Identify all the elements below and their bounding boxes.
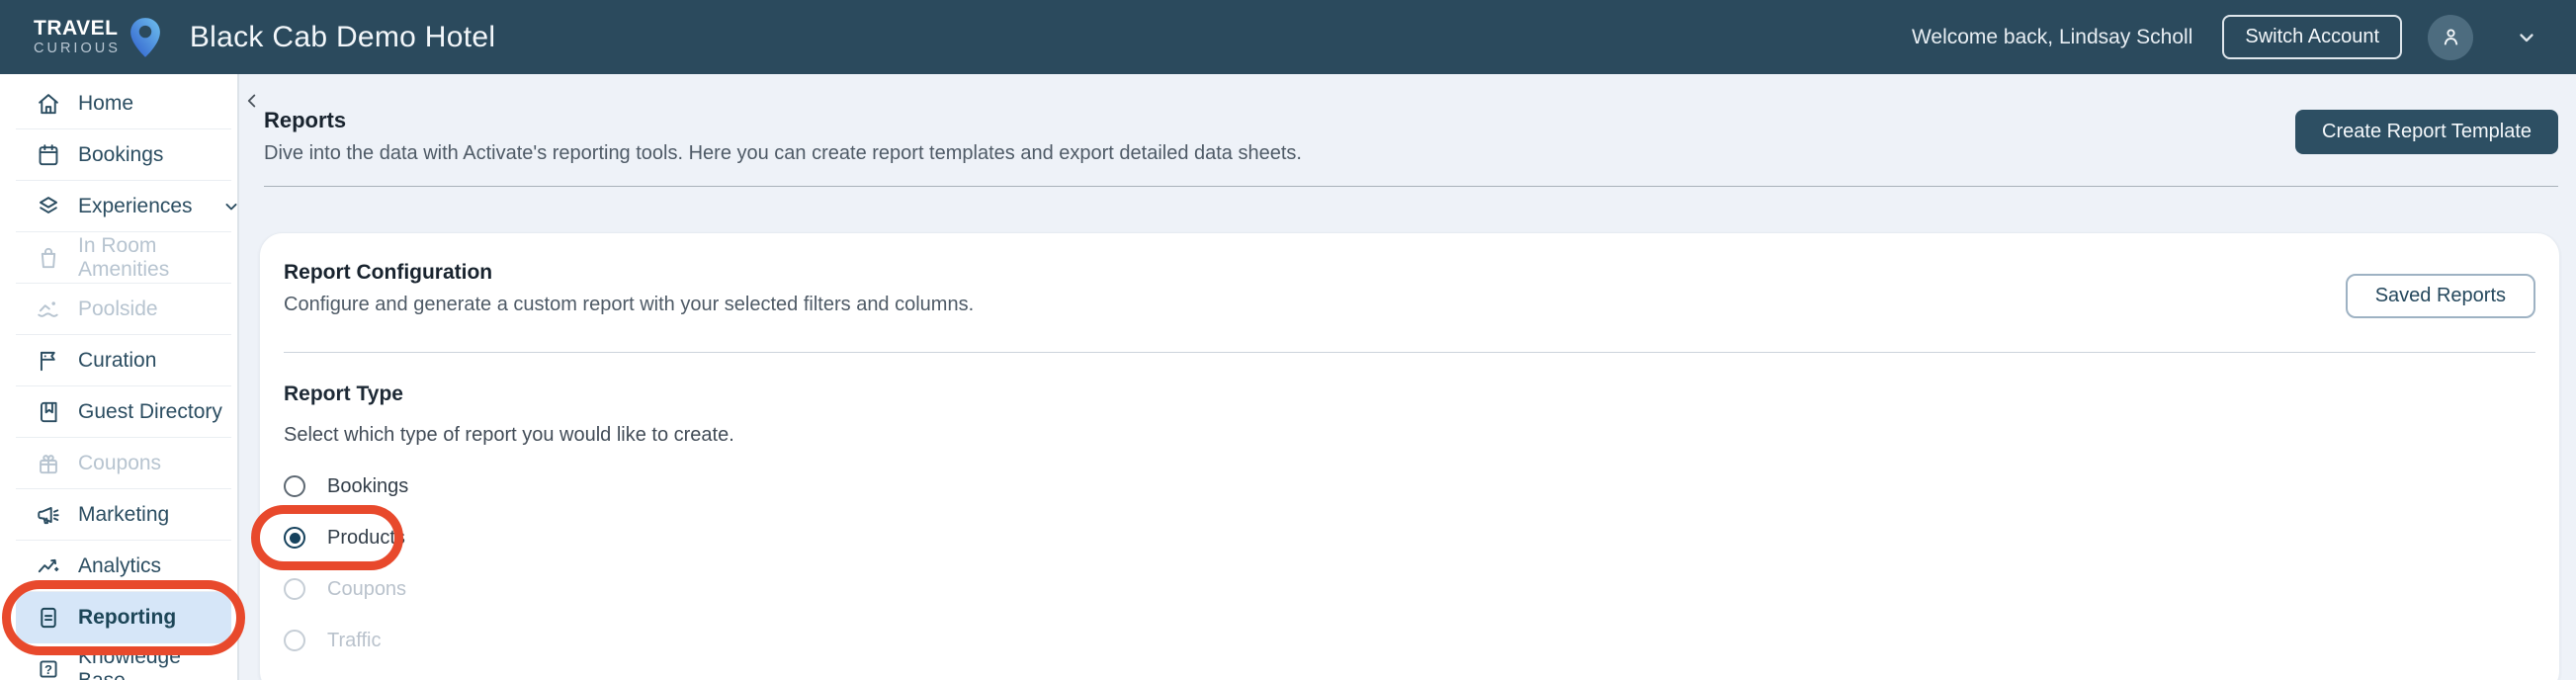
divider [264,186,2558,187]
sidebar-item-coupons: Coupons [16,438,231,489]
user-avatar[interactable] [2428,14,2473,60]
radio-option-coupons: Coupons [284,563,436,615]
gift-icon [36,451,61,476]
sidebar-nav: Home Bookings Experiences In Room Amenities… [0,74,239,680]
sidebar-item-home[interactable]: Home [16,78,231,129]
person-icon [2439,25,2463,49]
map-pin-icon [129,14,162,61]
sidebar-item-in-room-amenities: In Room Amenities [16,232,231,284]
radio-products-selected-icon[interactable] [284,527,305,549]
report-type-options: Bookings Products Coupons Traffic [284,461,2535,666]
sidebar-item-guest-directory[interactable]: Guest Directory [16,386,231,438]
card-title: Report Configuration [284,261,493,284]
sidebar-item-label: Marketing [78,502,170,526]
radio-option-products[interactable]: Products [284,512,435,563]
sidebar-item-label: Coupons [78,451,162,474]
sidebar-item-knowledge-base[interactable]: ? Knowledge Base [16,643,231,680]
sidebar-item-label: Bookings [78,142,164,166]
report-type-description: Select which type of report you would li… [284,424,734,446]
welcome-message: Welcome back, Lindsay Scholl [1911,25,2193,48]
radio-label: Traffic [327,629,382,651]
sidebar-item-experiences[interactable]: Experiences [16,181,237,232]
sidebar-item-poolside: Poolside [16,284,231,335]
page-title: Reports [264,108,347,132]
sidebar-item-label: Reporting [78,605,177,629]
app: { "header": { "brand": {"line1": "TRAVEL… [0,0,2576,680]
card-description: Configure and generate a custom report w… [284,294,975,315]
switch-account-button[interactable]: Switch Account [2222,15,2402,59]
app-header: TRAVEL CURIOUS Black Cab Demo Hotel Welc… [0,0,2576,74]
sidebar-item-curation[interactable]: Curation [16,335,231,386]
divider [284,352,2535,353]
sidebar-item-reporting[interactable]: Reporting [16,592,231,643]
shopping-bag-icon [36,245,61,271]
radio-option-traffic: Traffic [284,615,410,666]
calendar-icon [36,142,61,168]
trend-icon [36,553,61,579]
sidebar-item-label: Experiences [78,194,193,217]
hotel-name-title: Black Cab Demo Hotel [189,20,496,53]
sidebar-item-label: Poolside [78,297,158,320]
sidebar-item-label: Knowledge Base [78,645,181,680]
svg-text:?: ? [44,662,52,677]
sidebar-item-label: In Room Amenities [78,233,170,281]
sidebar-item-label: Curation [78,348,157,372]
page-content: Reports Dive into the data with Activate… [239,74,2576,680]
sidebar-item-label: Analytics [78,553,162,577]
radio-bookings-icon[interactable] [284,475,305,497]
sidebar-item-analytics[interactable]: Analytics [16,541,231,592]
chevron-down-icon [221,197,241,216]
page-header: Reports Dive into the data with Activate… [264,108,2558,165]
question-icon: ? [36,656,61,680]
swimmer-icon [36,297,61,322]
home-icon [36,91,61,117]
create-report-template-button[interactable]: Create Report Template [2295,110,2558,154]
radio-label: Coupons [327,577,407,600]
sidebar-item-label: Guest Directory [78,399,222,423]
layers-icon [36,194,61,219]
sidebar-item-marketing[interactable]: Marketing [16,489,231,541]
card-header: Report Configuration Configure and gener… [284,261,2535,318]
megaphone-icon [36,502,61,528]
saved-reports-button[interactable]: Saved Reports [2345,274,2535,318]
main-layout: Home Bookings Experiences In Room Amenities… [0,74,2576,680]
logo-text: TRAVEL CURIOUS [34,16,121,56]
page-description: Dive into the data with Activate's repor… [264,142,1302,164]
card-header-text: Report Configuration Configure and gener… [284,261,974,316]
radio-coupons-icon [284,578,305,600]
report-type-title: Report Type [284,382,403,405]
logo-line2: CURIOUS [34,40,121,56]
flag-icon [36,348,61,374]
sidebar-item-bookings[interactable]: Bookings [16,129,231,181]
account-menu-chevron-down-icon[interactable] [2515,26,2538,49]
logo-line1: TRAVEL [34,16,119,40]
radio-traffic-icon [284,630,305,651]
guest-book-icon [36,399,61,425]
document-icon [36,605,61,631]
sidebar-collapse-chevron-left-icon[interactable] [241,90,263,112]
radio-label: Bookings [327,474,409,497]
travel-curious-logo[interactable]: TRAVEL CURIOUS [34,14,162,61]
radio-label: Products [327,526,405,549]
page-header-text: Reports Dive into the data with Activate… [264,108,1302,165]
report-configuration-card: Report Configuration Configure and gener… [259,232,2560,680]
radio-option-bookings[interactable]: Bookings [284,461,438,512]
sidebar-item-label: Home [78,91,134,115]
